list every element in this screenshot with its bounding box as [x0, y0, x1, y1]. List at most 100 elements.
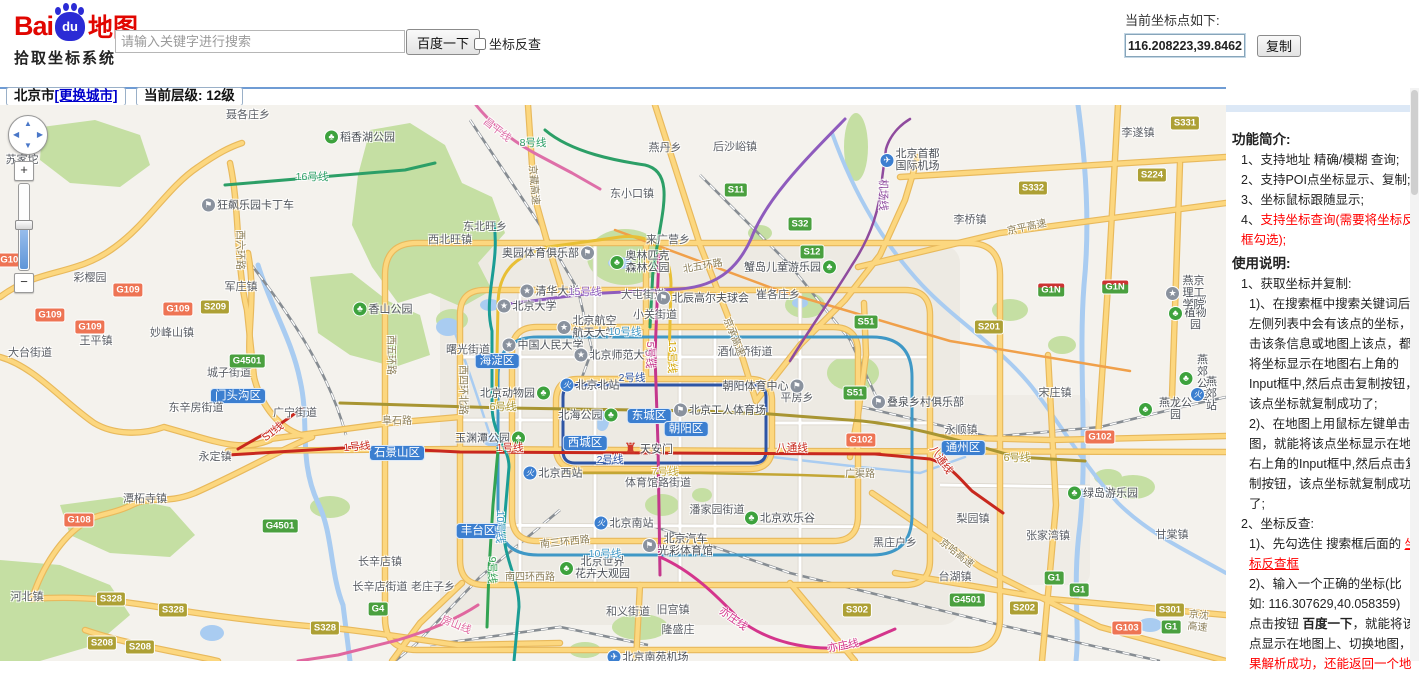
map-label-bG: G108: [64, 514, 93, 527]
map-label-poi: ✈北京首都 国际机场: [881, 148, 940, 172]
map-label-poi: 火北京北站: [561, 379, 620, 392]
pan-right-icon[interactable]: ▶: [37, 131, 43, 139]
pan-control[interactable]: ▲ ▼ ◀ ▶: [8, 115, 48, 155]
sport-icon: ⚑: [202, 199, 215, 212]
change-city-link[interactable]: [更换城市]: [55, 88, 118, 103]
map-label-bG: G109: [163, 303, 192, 316]
map-label-district[interactable]: 石景山区: [370, 446, 424, 460]
map-label-bE: G4: [369, 603, 388, 616]
map-label-poi: ♜天安门: [623, 442, 673, 457]
map-label-poi: ★清华大学: [521, 285, 580, 298]
map-label-town: 老庄子乡: [411, 581, 455, 593]
map-label-town: 和义街道: [606, 606, 650, 618]
map-label-sub: 13号线: [666, 341, 678, 374]
map-label-poi: 奥园体育俱乐部⚑: [502, 247, 594, 260]
train-icon: 火: [595, 517, 608, 530]
map-label-district[interactable]: 丰台区: [457, 524, 500, 538]
map-label-bG: G102: [1085, 431, 1114, 444]
copy-button[interactable]: 复制: [1257, 35, 1301, 57]
pan-left-icon[interactable]: ◀: [13, 131, 19, 139]
map-label-road: 京沈高速: [1183, 609, 1213, 636]
park-icon: ♣: [537, 387, 550, 400]
coord-input[interactable]: [1125, 34, 1245, 57]
map-label-town: 台湖镇: [939, 571, 972, 583]
map-label-bE: S11: [725, 184, 747, 197]
map-label-road: 京平高速: [1006, 218, 1048, 238]
map-label-town: 西北旺镇: [428, 234, 472, 246]
sidebar-line: Input框中,然后点击复制按钮，: [1232, 374, 1419, 394]
map-label-sub: 5号线: [644, 342, 656, 369]
sidebar-line: 2、支持POI点坐标显示、复制;: [1232, 170, 1419, 190]
map-label-town: 永顺镇: [945, 424, 978, 436]
map-label-bN: G1N: [1102, 281, 1128, 294]
tam-icon: ♜: [623, 442, 638, 457]
search-button[interactable]: 百度一下: [406, 29, 480, 55]
map-label-bE: S12: [801, 246, 824, 259]
map-label-town: 来广营乡: [646, 234, 690, 246]
tab-city[interactable]: 北京市[更换城市]: [6, 87, 126, 106]
plane-icon: ✈: [608, 651, 621, 662]
scrollbar-thumb[interactable]: [1411, 90, 1418, 195]
map-label-sub: 1号线: [343, 440, 371, 454]
map-label-sub: 9号线: [486, 557, 498, 584]
sidebar-line: 框勾选);: [1232, 230, 1419, 250]
map-label-sub: 6号线: [490, 401, 517, 413]
map-label-bS: S301: [1156, 604, 1184, 617]
map-label-town: 宋庄镇: [1039, 387, 1072, 399]
edu-icon: ★: [558, 321, 571, 334]
map-label-sub: 10号线: [589, 548, 622, 560]
map-label-bE: G1: [1070, 584, 1089, 597]
map-label-sub: 八通线: [776, 442, 808, 454]
header: Bai du 地图 拾取坐标系统 百度一下 坐标反查 当前坐标点如下: 复制: [0, 0, 1419, 88]
reverse-lookup-checkbox[interactable]: [474, 38, 486, 50]
zoom-out-button[interactable]: −: [14, 273, 34, 293]
map-label-town: 曙光街道: [446, 344, 490, 356]
map-label-district[interactable]: 海淀区: [476, 354, 519, 368]
map-label-poi: 玉渊潭公园♣: [455, 432, 525, 445]
sidebar-line: 将坐标显示在地图右上角的: [1232, 354, 1419, 374]
map-label-poi: ⚑狂飙乐园卡丁车: [202, 199, 294, 212]
sidebar-line: 标反查框: [1232, 554, 1419, 574]
map-label-poi: ♣稻香湖公园: [325, 131, 395, 144]
map-label-bS: S209: [201, 301, 229, 314]
map-label-poi: 火北京南站: [595, 517, 654, 530]
pan-down-icon[interactable]: ▼: [24, 142, 32, 150]
map-label-town: 军庄镇: [225, 281, 258, 293]
map-label-poi: ⚑叠泉乡村俱乐部: [872, 396, 964, 409]
map-label-town: 河北镇: [11, 591, 44, 603]
map-label-bE: G4501: [230, 355, 265, 368]
map-label-district[interactable]: 东城区: [628, 409, 671, 423]
map-label-town: 黑庄户乡: [873, 537, 917, 549]
map-label-bG: G103: [1112, 622, 1141, 635]
search-input[interactable]: [115, 30, 405, 53]
sidebar-line: 果解析成功，还能返回一个地: [1232, 654, 1419, 674]
map-label-district[interactable]: 通州区: [942, 441, 985, 455]
map-label-road: 西五环路: [384, 335, 396, 375]
reverse-lookup-option[interactable]: 坐标反查: [474, 34, 541, 53]
map-label-district[interactable]: 门头沟区: [211, 389, 265, 403]
map-label-town: 平房乡: [781, 392, 814, 404]
map-label-sub: 10号线: [494, 511, 506, 544]
map-viewport[interactable]: 海淀区西城区东城区朝阳区丰台区石景山区门头沟区通州区聂各庄乡苏家坨后沙峪镇燕丹乡…: [0, 105, 1226, 661]
map-label-district[interactable]: 西城区: [564, 436, 607, 450]
map-label-town: 李桥镇: [954, 214, 987, 226]
edu-icon: ★: [575, 349, 588, 362]
map-label-town: 大台街道: [8, 347, 52, 359]
map-label-bS: S331: [1171, 117, 1199, 130]
map-label-poi: 蟹岛儿童游乐园♣: [744, 261, 836, 274]
map-label-district[interactable]: 朝阳区: [665, 422, 708, 436]
pan-up-icon[interactable]: ▲: [24, 120, 32, 128]
map-label-poi: 火燕郊站: [1191, 376, 1217, 412]
zoom-slider[interactable]: [18, 183, 30, 271]
map-label-town: 永定镇: [199, 451, 232, 463]
map-label-poi: ★北京师范大学: [575, 349, 656, 362]
map-label-poi: 朝阳体育中心⚑: [723, 380, 804, 393]
map-label-bE: G4501: [263, 520, 298, 533]
sidebar-line: 点击按钮 百度一下，就能将该: [1232, 614, 1419, 634]
map-label-sub: 8号线: [520, 137, 547, 149]
zoom-in-button[interactable]: +: [14, 161, 34, 181]
edu-icon: ★: [503, 339, 516, 352]
zoom-slider-thumb[interactable]: [15, 220, 33, 230]
level-value: 12级: [206, 88, 235, 103]
page-scrollbar[interactable]: [1410, 88, 1419, 661]
